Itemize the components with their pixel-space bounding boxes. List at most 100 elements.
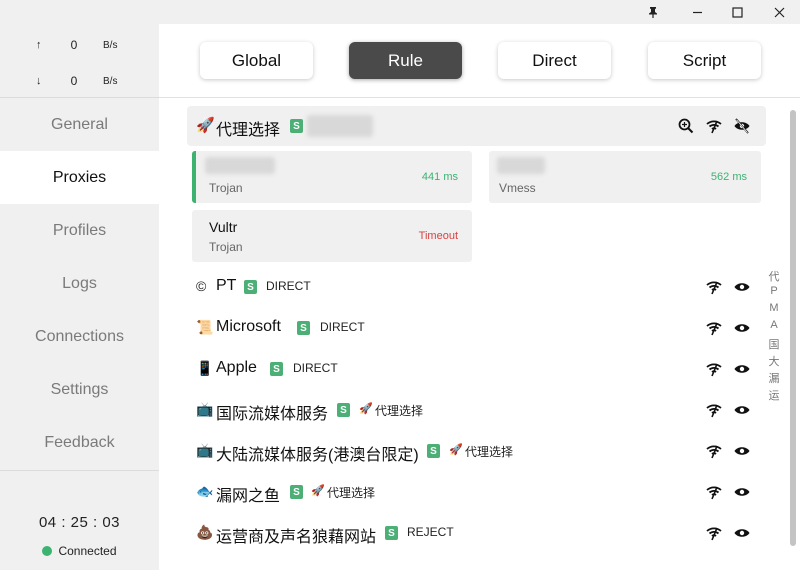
status-dot-icon — [42, 546, 53, 556]
proxy-node-card[interactable]: Trojan 441 ms — [192, 151, 472, 203]
rocket-icon: 🚀 — [359, 403, 373, 415]
sidebar-item-proxies[interactable]: Proxies — [0, 151, 159, 204]
mode-switcher: Global Rule Direct Script — [159, 24, 800, 97]
wifi-icon[interactable] — [705, 483, 723, 501]
scrollbar-thumb[interactable] — [790, 110, 796, 546]
mode-divider — [159, 97, 800, 98]
index-letter[interactable]: 运 — [765, 387, 783, 404]
index-letter[interactable]: P — [765, 285, 783, 302]
minimize-icon[interactable] — [678, 0, 716, 24]
node-type: Vmess — [499, 181, 536, 195]
rocket-icon: 🚀 — [196, 117, 215, 134]
main-panel: Global Rule Direct Script 🚀 代理选择 S Troja… — [159, 24, 800, 570]
proxy-group-row[interactable]: 💩 运营商及声名狼藉网站 S REJECT — [187, 512, 766, 553]
eye-icon[interactable] — [733, 360, 751, 378]
connection-status: Connected — [0, 544, 159, 558]
node-type: Trojan — [209, 240, 243, 254]
sidebar-item-connections[interactable]: Connections — [0, 310, 159, 363]
group-name: 国际流媒体服务 — [216, 406, 329, 423]
maximize-icon[interactable] — [718, 0, 756, 24]
redacted-node-name — [497, 157, 545, 174]
wifi-icon[interactable] — [705, 319, 723, 337]
group-index-bar: 代 P M A 国 大 漏 运 — [765, 268, 783, 404]
sidebar-item-general[interactable]: General — [0, 98, 159, 151]
wifi-icon[interactable] — [705, 360, 723, 378]
eye-icon[interactable] — [733, 278, 751, 296]
selector-badge: S — [337, 403, 350, 417]
eye-icon[interactable] — [733, 442, 751, 460]
pin-icon[interactable] — [634, 0, 672, 24]
upload-arrow-icon: ↑ — [36, 39, 42, 51]
mode-direct-button[interactable]: Direct — [498, 42, 611, 79]
eye-icon[interactable] — [733, 483, 751, 501]
group-name: 漏网之鱼 — [216, 488, 281, 505]
index-letter[interactable]: 大 — [765, 353, 783, 370]
sidebar-item-logs[interactable]: Logs — [0, 257, 159, 310]
proxy-group-row[interactable]: 📺 国际流媒体服务 S 🚀 代理选择 — [187, 389, 766, 430]
latency-check-icon[interactable] — [677, 117, 695, 135]
selector-badge: S — [244, 280, 257, 294]
index-letter[interactable]: 代 — [765, 268, 783, 285]
group-name: 代理选择 — [216, 122, 281, 139]
proxy-group-header[interactable]: 🚀 代理选择 S — [187, 106, 766, 146]
uptime-clock: 04 : 25 : 03 — [38, 514, 121, 531]
eye-icon[interactable] — [733, 319, 751, 337]
group-current-node: REJECT — [407, 525, 454, 539]
close-icon[interactable] — [760, 0, 798, 24]
sidebar-item-feedback[interactable]: Feedback — [0, 416, 159, 469]
group-name: 大陆流媒体服务(港澳台限定) — [216, 447, 419, 464]
proxy-group-row[interactable]: 📜 Microsoft S DIRECT — [187, 307, 766, 348]
mode-rule-button[interactable]: Rule — [349, 42, 462, 79]
index-letter[interactable]: 国 — [765, 336, 783, 353]
node-delay[interactable]: 441 ms — [422, 171, 458, 183]
eye-icon[interactable] — [733, 524, 751, 542]
sidebar-footer-divider — [0, 470, 159, 471]
sidebar-item-profiles[interactable]: Profiles — [0, 204, 159, 257]
download-speed: ↓ 0 B/s — [0, 72, 159, 92]
sidebar: ↑ 0 B/s ↓ 0 B/s Proxies General Profiles… — [0, 24, 159, 570]
proxy-group-row[interactable]: © PT S DIRECT — [187, 266, 766, 307]
selector-badge: S — [385, 526, 398, 540]
proxy-group-row[interactable]: 📱 Apple S DIRECT — [187, 348, 766, 389]
index-letter[interactable]: 漏 — [765, 370, 783, 387]
group-current-node: 代理选择 — [327, 486, 376, 500]
node-delay[interactable]: 562 ms — [711, 171, 747, 183]
download-unit: B/s — [103, 76, 118, 87]
proxy-node-card[interactable]: Vmess 562 ms — [489, 151, 761, 203]
group-name: 运营商及声名狼藉网站 — [216, 529, 377, 546]
proxy-node-card[interactable]: Vultr Trojan Timeout — [192, 210, 472, 262]
group-current-node: DIRECT — [293, 361, 338, 375]
wifi-icon[interactable] — [705, 117, 723, 135]
upload-value: 0 — [70, 38, 78, 52]
poop-icon: 💩 — [196, 524, 214, 540]
copyright-icon: © — [196, 278, 207, 294]
proxy-group-row[interactable]: 📺 大陆流媒体服务(港澳台限定) S 🚀 代理选择 — [187, 430, 766, 471]
selector-badge: S — [427, 444, 440, 458]
group-current-node: 代理选择 — [375, 404, 424, 418]
fish-icon: 🐟 — [196, 483, 214, 499]
sidebar-item-settings[interactable]: Settings — [0, 363, 159, 416]
hide-icon[interactable] — [733, 117, 751, 135]
mode-script-button[interactable]: Script — [648, 42, 761, 79]
upload-speed: ↑ 0 B/s — [0, 36, 159, 56]
title-bar — [0, 0, 800, 24]
index-letter[interactable]: M — [765, 302, 783, 319]
download-value: 0 — [70, 74, 78, 88]
wifi-icon[interactable] — [705, 278, 723, 296]
eye-icon[interactable] — [733, 401, 751, 419]
index-letter[interactable]: A — [765, 319, 783, 336]
wifi-icon[interactable] — [705, 442, 723, 460]
selector-badge: S — [290, 119, 303, 133]
group-current-node: DIRECT — [266, 279, 311, 293]
rocket-icon: 🚀 — [449, 444, 463, 456]
wifi-icon[interactable] — [705, 401, 723, 419]
proxy-group-row[interactable]: 🐟 漏网之鱼 S 🚀 代理选择 — [187, 471, 766, 512]
scroll-icon: 📜 — [196, 319, 214, 335]
node-type: Trojan — [209, 181, 243, 195]
mode-global-button[interactable]: Global — [200, 42, 313, 79]
tv-icon: 📺 — [196, 442, 214, 458]
traffic-panel: ↑ 0 B/s ↓ 0 B/s — [0, 24, 159, 97]
phone-icon: 📱 — [196, 360, 214, 376]
wifi-icon[interactable] — [705, 524, 723, 542]
node-delay[interactable]: Timeout — [419, 230, 458, 242]
